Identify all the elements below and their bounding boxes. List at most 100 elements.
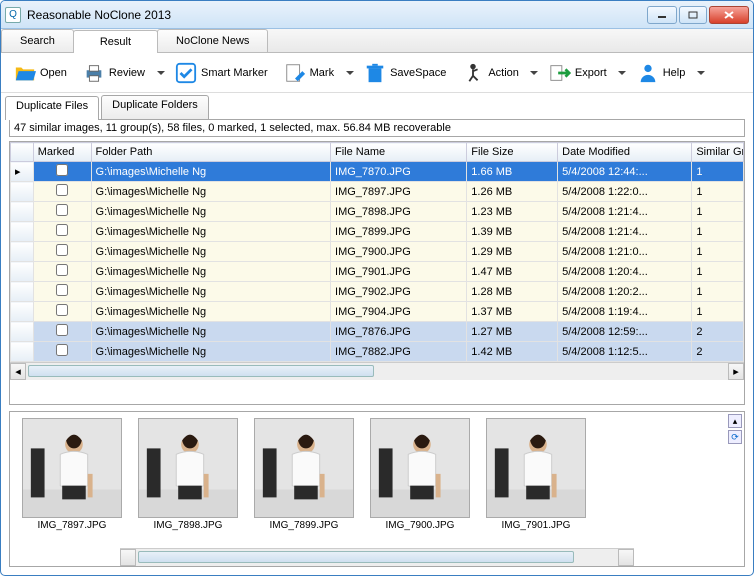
scroll-right-arrow[interactable]: ▸ (728, 363, 744, 380)
col-file-name[interactable]: File Name (331, 143, 467, 162)
row-header[interactable] (11, 222, 34, 242)
marked-checkbox[interactable] (56, 184, 68, 196)
thumbnail-item[interactable]: IMG_7901.JPG (480, 418, 592, 531)
preview-scroll-left[interactable] (120, 549, 136, 566)
row-header[interactable]: ▸ (11, 162, 34, 182)
savespace-button[interactable]: SaveSpace (357, 59, 453, 87)
smart-marker-button[interactable]: Smart Marker (168, 59, 275, 87)
savespace-label: SaveSpace (390, 67, 446, 79)
marked-cell[interactable] (33, 262, 91, 282)
marked-checkbox[interactable] (56, 284, 68, 296)
toolbar: Open Review Smart Marker Mark SaveSpace … (1, 53, 753, 93)
rowhdr-header[interactable] (11, 143, 34, 162)
table-row[interactable]: ▸ G:\images\Michelle Ng IMG_7870.JPG 1.6… (11, 162, 744, 182)
row-header[interactable] (11, 342, 34, 362)
thumbnail-image (486, 418, 586, 518)
tab-result[interactable]: Result (73, 30, 158, 53)
row-header[interactable] (11, 202, 34, 222)
mark-dropdown[interactable] (343, 58, 355, 88)
row-header[interactable] (11, 182, 34, 202)
help-button[interactable]: Help (630, 59, 693, 87)
col-marked[interactable]: Marked (33, 143, 91, 162)
file-size-cell: 1.47 MB (467, 262, 558, 282)
scrollbar-thumb[interactable] (28, 365, 374, 377)
preview-horizontal-scrollbar[interactable] (120, 548, 634, 566)
row-header[interactable] (11, 262, 34, 282)
marked-cell[interactable] (33, 202, 91, 222)
similar-group-cell: 2 (692, 322, 744, 342)
marked-cell[interactable] (33, 222, 91, 242)
open-button[interactable]: Open (7, 59, 74, 87)
marked-cell[interactable] (33, 322, 91, 342)
thumbnail-item[interactable]: IMG_7898.JPG (132, 418, 244, 531)
thumbnail-item[interactable]: IMG_7897.JPG (16, 418, 128, 531)
minimize-button[interactable] (647, 6, 677, 24)
marked-cell[interactable] (33, 282, 91, 302)
marked-checkbox[interactable] (56, 264, 68, 276)
table-row[interactable]: G:\images\Michelle Ng IMG_7902.JPG 1.28 … (11, 282, 744, 302)
thumbnail-item[interactable]: IMG_7900.JPG (364, 418, 476, 531)
scroll-left-arrow[interactable]: ◂ (10, 363, 26, 380)
tab-news[interactable]: NoClone News (157, 29, 268, 52)
table-row[interactable]: G:\images\Michelle Ng IMG_7904.JPG 1.37 … (11, 302, 744, 322)
marked-checkbox[interactable] (56, 164, 68, 176)
table-row[interactable]: G:\images\Michelle Ng IMG_7898.JPG 1.23 … (11, 202, 744, 222)
file-size-cell: 1.26 MB (467, 182, 558, 202)
trash-icon (364, 62, 386, 84)
col-date-modified[interactable]: Date Modified (558, 143, 692, 162)
review-button[interactable]: Review (76, 59, 152, 87)
marked-checkbox[interactable] (56, 324, 68, 336)
marked-checkbox[interactable] (56, 304, 68, 316)
scroll-up-button[interactable]: ▴ (728, 414, 742, 428)
action-button[interactable]: Action (455, 59, 526, 87)
thumbnail-image (138, 418, 238, 518)
row-header[interactable] (11, 282, 34, 302)
grid-horizontal-scrollbar[interactable]: ◂ ▸ (10, 362, 744, 380)
help-dropdown[interactable] (694, 58, 706, 88)
close-button[interactable] (709, 6, 749, 24)
action-dropdown[interactable] (528, 58, 540, 88)
export-dropdown[interactable] (616, 58, 628, 88)
table-row[interactable]: G:\images\Michelle Ng IMG_7882.JPG 1.42 … (11, 342, 744, 362)
maximize-button[interactable] (679, 6, 707, 24)
similar-group-cell: 1 (692, 282, 744, 302)
row-header[interactable] (11, 242, 34, 262)
marked-cell[interactable] (33, 302, 91, 322)
date-modified-cell: 5/4/2008 1:19:4... (558, 302, 692, 322)
table-row[interactable]: G:\images\Michelle Ng IMG_7897.JPG 1.26 … (11, 182, 744, 202)
marked-checkbox[interactable] (56, 344, 68, 356)
col-folder-path[interactable]: Folder Path (91, 143, 331, 162)
col-file-size[interactable]: File Size (467, 143, 558, 162)
review-dropdown[interactable] (154, 58, 166, 88)
thumbnail-caption: IMG_7900.JPG (386, 520, 455, 531)
row-header[interactable] (11, 302, 34, 322)
file-size-cell: 1.23 MB (467, 202, 558, 222)
col-similar-group[interactable]: Similar Group (692, 143, 744, 162)
marked-checkbox[interactable] (56, 224, 68, 236)
marked-checkbox[interactable] (56, 204, 68, 216)
table-row[interactable]: G:\images\Michelle Ng IMG_7900.JPG 1.29 … (11, 242, 744, 262)
subtab-duplicate-folders[interactable]: Duplicate Folders (101, 95, 209, 119)
preview-scrollbar-thumb[interactable] (138, 551, 574, 563)
preview-scroll-right[interactable] (618, 549, 634, 566)
mark-button[interactable]: Mark (277, 59, 341, 87)
export-button[interactable]: Export (542, 59, 614, 87)
preview-side-controls: ▴ ⟳ (726, 412, 744, 548)
date-modified-cell: 5/4/2008 1:21:0... (558, 242, 692, 262)
date-modified-cell: 5/4/2008 1:20:4... (558, 262, 692, 282)
thumbnail-item[interactable]: IMG_7899.JPG (248, 418, 360, 531)
file-name-cell: IMG_7901.JPG (331, 262, 467, 282)
refresh-button[interactable]: ⟳ (728, 430, 742, 444)
marked-cell[interactable] (33, 242, 91, 262)
marked-cell[interactable] (33, 162, 91, 182)
marked-cell[interactable] (33, 182, 91, 202)
marked-checkbox[interactable] (56, 244, 68, 256)
tab-search[interactable]: Search (1, 29, 74, 52)
marked-cell[interactable] (33, 342, 91, 362)
table-row[interactable]: G:\images\Michelle Ng IMG_7901.JPG 1.47 … (11, 262, 744, 282)
subtab-duplicate-files[interactable]: Duplicate Files (5, 96, 99, 120)
table-row[interactable]: G:\images\Michelle Ng IMG_7876.JPG 1.27 … (11, 322, 744, 342)
row-header[interactable] (11, 322, 34, 342)
table-row[interactable]: G:\images\Michelle Ng IMG_7899.JPG 1.39 … (11, 222, 744, 242)
preview-pane: IMG_7897.JPG IMG_7898.JPG IMG_7899.JPG I… (9, 411, 745, 567)
